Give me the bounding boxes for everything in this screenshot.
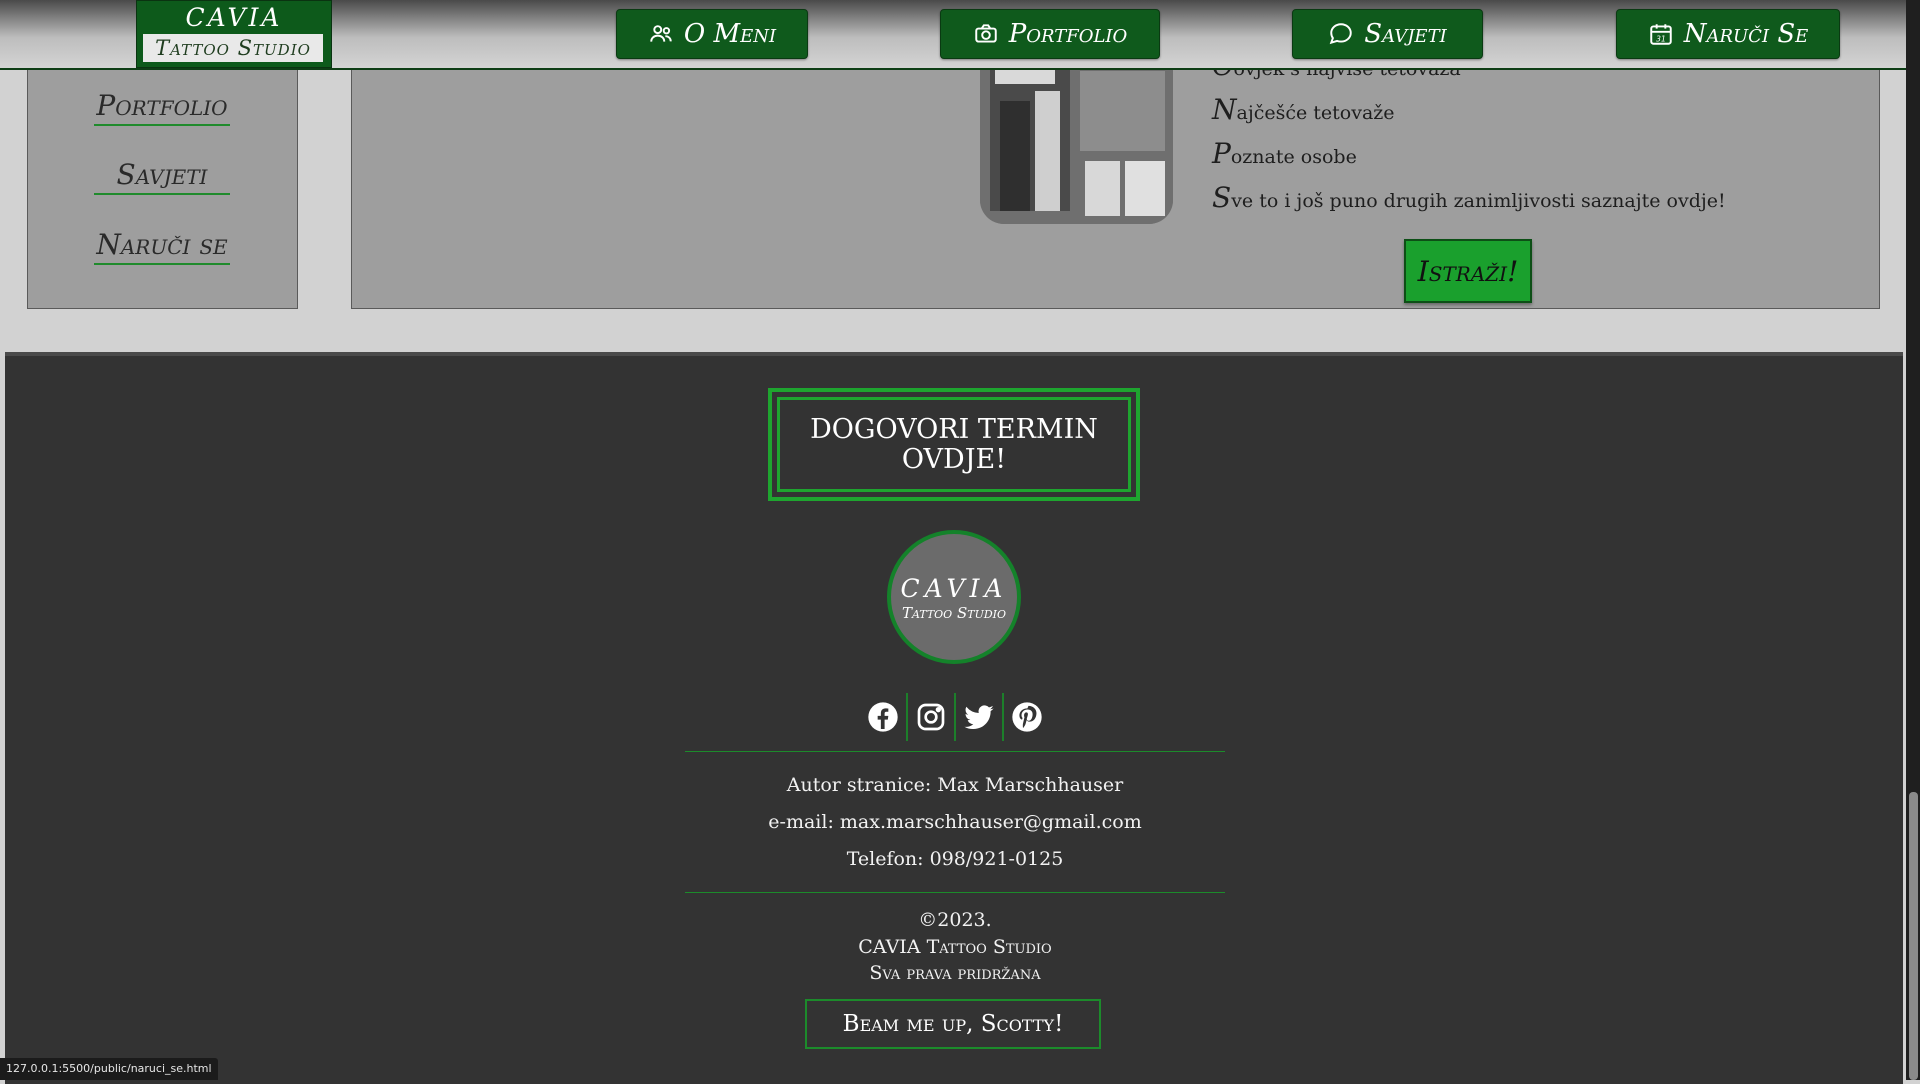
camera-icon [974,24,997,43]
chat-icon [1329,23,1353,45]
status-bar-url: 127.0.0.1:5500/public/naruci_se.html [0,1058,218,1080]
book-appointment-label: DOGOVORI TERMIN OVDJE! [777,397,1131,492]
sidebar-item-savjeti[interactable]: Savjeti [94,158,230,195]
facebook-link[interactable] [860,693,908,741]
nav-label: Naruči Se [1683,19,1809,49]
email-text[interactable]: e-mail: max.marschhauser@gmail.com [685,811,1225,833]
book-appointment-button[interactable]: DOGOVORI TERMIN OVDJE! [768,388,1140,501]
nav-label: O Meni [683,19,777,49]
rights-text: Sva prava pridržana [869,962,1041,984]
nav-o-meni-button[interactable]: O Meni [616,9,808,59]
copyright-text: ©2023. [918,909,992,931]
pinterest-link[interactable] [1004,693,1050,741]
footer-logo-subtitle: Tattoo Studio [901,604,1007,622]
studio-name-text: CAVIA Tattoo Studio [858,936,1052,958]
instagram-link[interactable] [908,693,956,741]
calendar-icon: 31 [1649,24,1672,45]
nav-savjeti-button[interactable]: Savjeti [1292,9,1483,59]
svg-text:31: 31 [1656,35,1666,44]
users-icon [650,25,672,42]
page-scrollbar[interactable] [1906,0,1920,1080]
back-to-top-button[interactable]: Beam me up, Scotty! [805,999,1101,1049]
sidebar-item-portfolio[interactable]: Portfolio [94,89,230,126]
nav-portfolio-button[interactable]: Portfolio [940,9,1160,59]
brand-name: CAVIA [185,3,283,32]
istrazi-button[interactable]: Istraži! [1404,239,1532,303]
scrollbar-thumb[interactable] [1909,792,1918,1080]
phone-text: Telefon: 098/921-0125 [846,848,1064,870]
sidebar-item-naruci-se[interactable]: Naruči se [94,228,230,265]
footer-divider [685,892,1225,893]
footer-logo-name: CAVIA [900,574,1008,603]
footer: DOGOVORI TERMIN OVDJE! CAVIA Tattoo Stud… [5,352,1903,1084]
nav-label: Savjeti [1364,19,1447,49]
brand-logo[interactable]: CAVIA Tattoo Studio [136,0,332,68]
history-item[interactable]: Poznate osobe [1212,137,1357,170]
history-item[interactable]: Sve to i još puno drugih zanimljivosti s… [1212,181,1726,214]
brand-subtitle: Tattoo Studio [143,34,323,62]
twitter-icon [964,705,994,730]
instagram-icon [917,703,945,731]
facebook-icon [868,702,898,732]
history-item[interactable]: Najčešće tetovaže [1212,93,1395,126]
nav-naruci-se-button[interactable]: 31 Naruči Se [1616,9,1840,59]
footer-logo[interactable]: CAVIA Tattoo Studio [887,530,1021,664]
social-links [860,693,1050,745]
pinterest-icon [1012,702,1042,732]
nav-label: Portfolio [1008,19,1128,49]
author-text: Autor stranice: Max Marschhauser [786,774,1124,796]
twitter-link[interactable] [956,693,1004,741]
footer-divider [685,751,1225,752]
